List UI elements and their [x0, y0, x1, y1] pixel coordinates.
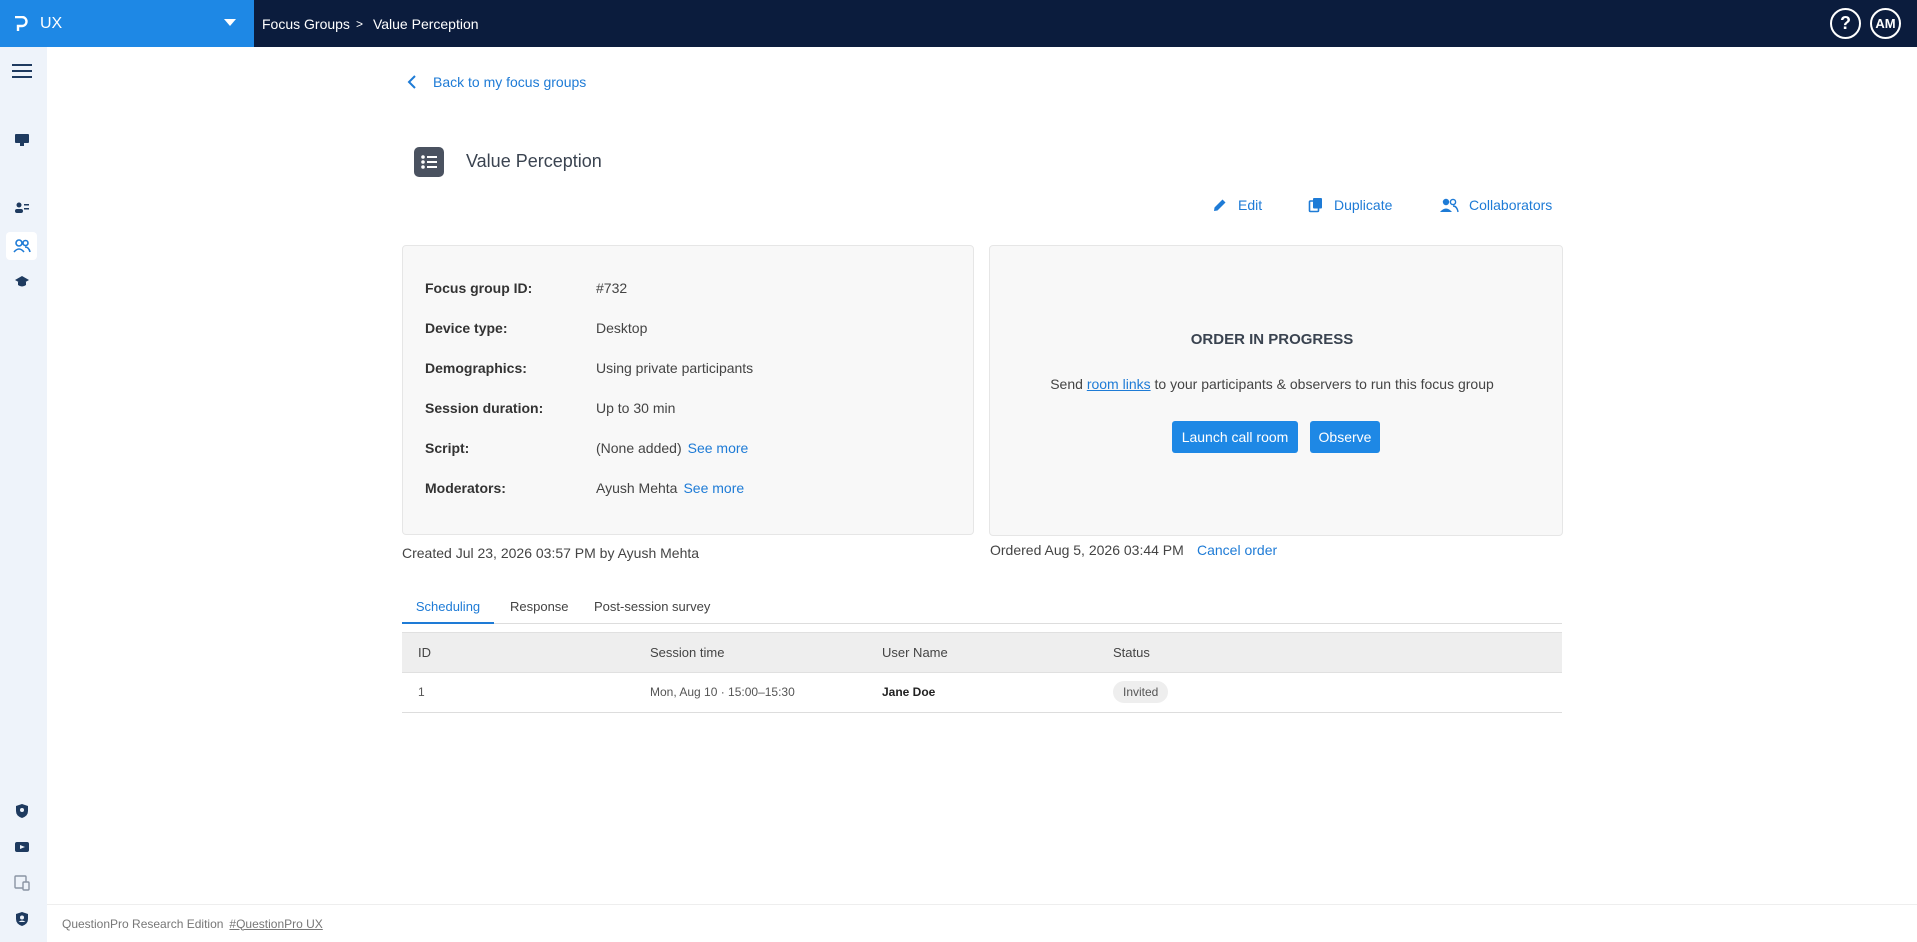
detail-value: Ayush Mehta See more — [596, 480, 744, 496]
duplicate-button[interactable]: Duplicate — [1308, 194, 1392, 216]
collaborators-icon — [1440, 198, 1459, 213]
detail-value: Up to 30 min — [596, 400, 676, 416]
avatar[interactable]: AM — [1870, 8, 1901, 39]
detail-label: Focus group ID: — [425, 280, 533, 296]
back-link-label: Back to my focus groups — [433, 74, 587, 90]
app-name: UX — [40, 14, 63, 32]
status-badge: Invited — [1113, 681, 1169, 703]
column-header-status: Status — [1113, 645, 1150, 660]
chevron-right-icon: > — [355, 16, 363, 31]
sessions-table: ID Session time User Name Status 1 Mon, … — [402, 632, 1562, 713]
app-switcher[interactable]: UX — [0, 0, 254, 47]
education-icon[interactable] — [6, 268, 37, 296]
caret-down-icon[interactable] — [224, 19, 236, 26]
tab-post-session-survey[interactable]: Post-session survey — [594, 595, 710, 624]
top-bar: UX Focus Groups > Value Perception ? AM — [0, 0, 1917, 47]
cell-session-time: Mon, Aug 10 · 15:00–15:30 — [650, 685, 795, 699]
order-description: Send room links to your participants & o… — [990, 376, 1554, 392]
back-to-focus-groups-link[interactable]: Back to my focus groups — [407, 72, 586, 92]
chevron-left-icon — [407, 75, 416, 89]
breadcrumb: Focus Groups > Value Perception — [262, 0, 479, 47]
help-button[interactable]: ? — [1830, 8, 1861, 39]
questionpro-logo-icon — [15, 15, 28, 31]
tabs: Scheduling Response Post-session survey — [402, 595, 1562, 624]
detail-value: (None added) See more — [596, 440, 748, 456]
participants-icon[interactable] — [6, 194, 37, 222]
collaborators-label: Collaborators — [1469, 197, 1553, 213]
breadcrumb-current: Value Perception — [372, 15, 479, 32]
detail-value: #732 — [596, 280, 628, 296]
detail-label: Moderators: — [425, 480, 506, 496]
breadcrumb-focus-groups[interactable]: Focus Groups — [262, 16, 350, 32]
cell-id: 1 — [418, 685, 425, 699]
table-header: ID Session time User Name Status — [402, 632, 1562, 673]
footer: QuestionPro Research Edition #QuestionPr… — [47, 904, 1917, 942]
copy-icon — [1308, 198, 1322, 213]
created-info: Created Jul 23, 2026 03:57 PM by Ayush M… — [402, 545, 700, 561]
sidebar — [0, 47, 47, 942]
detail-value: Desktop — [596, 320, 648, 336]
script-see-more-link[interactable]: See more — [688, 440, 749, 456]
column-header-id: ID — [418, 645, 431, 660]
menu-icon[interactable] — [6, 57, 37, 85]
observe-button[interactable]: Observe — [1310, 421, 1380, 453]
edit-button[interactable]: Edit — [1212, 194, 1262, 216]
detail-label: Session duration: — [425, 400, 544, 416]
focus-groups-icon[interactable] — [6, 232, 37, 260]
list-icon — [414, 147, 444, 177]
moderators-value: Ayush Mehta — [596, 480, 678, 496]
order-status-title: ORDER IN PROGRESS — [1190, 331, 1354, 348]
footer-edition: QuestionPro Research Edition — [62, 916, 224, 931]
mobile-device-icon[interactable] — [6, 869, 37, 897]
shield-account-icon[interactable] — [6, 905, 37, 933]
pencil-icon — [1214, 199, 1226, 211]
ordered-info: Ordered Aug 5, 2026 03:44 PM — [990, 542, 1184, 558]
video-icon[interactable] — [6, 833, 37, 861]
collaborators-button[interactable]: Collaborators — [1439, 194, 1552, 216]
room-links-link[interactable]: room links — [1087, 376, 1151, 392]
order-desc-text: Send — [1050, 376, 1087, 392]
column-header-session-time: Session time — [650, 645, 725, 660]
shield-icon[interactable] — [6, 797, 37, 825]
page-title: Value Perception — [466, 151, 602, 171]
detail-value: Using private participants — [596, 360, 754, 376]
launch-call-room-button[interactable]: Launch call room — [1172, 421, 1298, 453]
column-header-user-name: User Name — [882, 645, 948, 660]
script-value: (None added) — [596, 440, 682, 456]
edit-label: Edit — [1238, 197, 1263, 213]
cancel-order-link[interactable]: Cancel order — [1197, 542, 1277, 558]
tab-scheduling[interactable]: Scheduling — [402, 595, 494, 624]
tab-response[interactable]: Response — [510, 595, 569, 624]
footer-link[interactable]: #QuestionPro UX — [229, 917, 322, 931]
monitor-icon[interactable] — [6, 126, 37, 154]
duplicate-label: Duplicate — [1334, 197, 1393, 213]
detail-label: Script: — [425, 440, 470, 456]
table-row[interactable]: 1 Mon, Aug 10 · 15:00–15:30 Jane Doe Inv… — [402, 673, 1562, 713]
detail-label: Demographics: — [425, 360, 527, 376]
cell-user-name: Jane Doe — [882, 685, 936, 699]
moderators-see-more-link[interactable]: See more — [683, 480, 744, 496]
detail-label: Device type: — [425, 320, 508, 336]
order-desc-text: to your participants & observers to run … — [1150, 376, 1494, 392]
